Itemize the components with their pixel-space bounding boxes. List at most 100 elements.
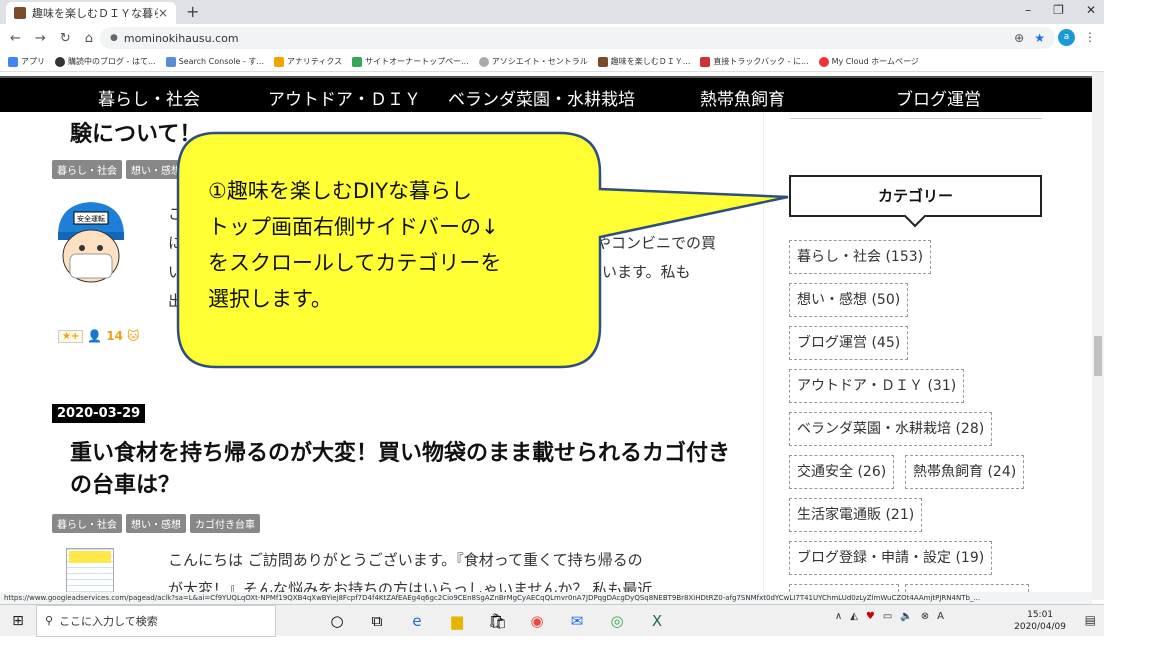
category-tropical-fish[interactable]: 熱帯魚飼育 (24)	[905, 455, 1025, 489]
star-count[interactable]: 14	[106, 329, 123, 343]
cat-mascot-icon: 🐱	[127, 329, 140, 343]
category-home-appliances[interactable]: 生活家電通販 (21)	[789, 498, 923, 532]
bookmark-search-console[interactable]: Search Console - す...	[165, 56, 264, 67]
kebab-menu-icon[interactable]: ⋮	[1084, 30, 1096, 44]
chevron-up-icon[interactable]: ∧	[835, 611, 842, 622]
nav-item-tropical-fish[interactable]: 熱帯魚飼育	[700, 85, 785, 110]
maximize-button[interactable]: ❐	[1053, 3, 1064, 17]
nav-item-outdoor-diy[interactable]: アウトドア・ＤＩＹ	[268, 85, 421, 110]
sidebar-divider	[790, 118, 1042, 119]
back-arrow-icon[interactable]: ←	[10, 31, 21, 46]
category-outdoor-diy[interactable]: アウトドア・ＤＩＹ (31)	[789, 369, 965, 403]
profile-avatar[interactable]: a	[1058, 29, 1075, 46]
do-not-disturb-icon[interactable]: ⊗	[921, 611, 929, 622]
taskbar-search-input[interactable]: ⚲ ここに入力して検索	[36, 604, 276, 637]
app-icon-red[interactable]: ◉	[528, 612, 546, 630]
post1-tags: 暮らし・社会 想い・感想	[52, 160, 186, 179]
chrome-icon[interactable]: ◎	[608, 612, 626, 630]
bookmark-site-owner[interactable]: サイトオーナートップペー...	[352, 56, 469, 67]
windows-taskbar: ⊞ ⚲ ここに入力して検索 ○ ⧉ e ▆ 🛍 ◉ ✉ ◎ X ∧ ◭ ♥ ▭ …	[0, 604, 1104, 637]
bookmark-diy-blog[interactable]: 趣味を楽しむＤＩＹ...	[597, 56, 690, 67]
scrollbar-thumb[interactable]	[1094, 336, 1102, 376]
reload-icon[interactable]: ↻	[60, 31, 71, 46]
bookmark-associates[interactable]: アソシエイト・セントラル	[478, 56, 588, 67]
clock-date: 2020/04/09	[1014, 622, 1066, 632]
antivirus-icon[interactable]: ♥	[866, 611, 875, 622]
nav-item-life-society[interactable]: 暮らし・社会	[98, 85, 200, 110]
excel-icon[interactable]: X	[648, 612, 666, 630]
minimize-button[interactable]: –	[1025, 3, 1031, 17]
file-explorer-icon[interactable]: ▆	[448, 612, 466, 630]
nav-item-blog-management[interactable]: ブログ運営	[896, 85, 981, 110]
tag-life-society[interactable]: 暮らし・社会	[52, 514, 122, 533]
category-blog-management[interactable]: ブログ運営 (45)	[789, 326, 909, 360]
category-blog-registration[interactable]: ブログ登録・申請・設定 (19)	[789, 541, 993, 575]
browser-tab[interactable]: 趣味を楽しむＤＩＹな暮らし ×	[6, 2, 176, 24]
tag-life-society[interactable]: 暮らし・社会	[52, 160, 122, 179]
url-text: mominokihausu.com	[123, 31, 239, 45]
link-status-url: https://www.googleadservices.com/pagead/…	[0, 592, 1092, 604]
category-traffic-safety[interactable]: 交通安全 (26)	[789, 455, 895, 489]
my-cloud-icon	[818, 56, 829, 67]
category-veranda-garden[interactable]: ベランダ菜園・水耕栽培 (28)	[789, 412, 993, 446]
site-owner-icon	[352, 56, 363, 67]
omnibox-actions: ⊕ ★	[1014, 31, 1045, 45]
category-item-cut[interactable]	[789, 584, 899, 592]
bookmark-analytics[interactable]: アナリティクス	[274, 56, 342, 67]
bookmarks-bar: アプリ 購読中のブログ - はて... Search Console - す..…	[0, 52, 1104, 72]
network-icon[interactable]: ◭	[850, 611, 858, 622]
page-scrollbar[interactable]	[1092, 72, 1104, 600]
user-icon: 👤	[87, 329, 103, 343]
forward-arrow-icon[interactable]: →	[35, 31, 46, 46]
store-icon[interactable]: 🛍	[488, 612, 507, 630]
tag-thoughts[interactable]: 想い・感想	[126, 514, 186, 533]
clock-time: 15:01	[1027, 610, 1054, 620]
post-title[interactable]: 重い食材を持ち帰るのが大変！買い物袋のまま載せられるカゴ付きの台車は？	[70, 438, 750, 502]
post2-excerpt: こんにちは ご訪問ありがとうございます。『食材って重くて持ち帰るの が大変！』そ…	[168, 551, 653, 592]
task-view-icon[interactable]: ⧉	[368, 612, 386, 630]
taskbar-clock[interactable]: 15:01 2020/04/09	[1014, 609, 1066, 633]
bookmark-apps[interactable]: アプリ	[8, 56, 45, 67]
category-thoughts[interactable]: 想い・感想 (50)	[789, 283, 909, 317]
system-tray: ∧ ◭ ♥ ▭ 🔈 ⊗ A	[835, 611, 944, 622]
category-life-society[interactable]: 暮らし・社会 (153)	[789, 240, 932, 274]
hatena-icon	[55, 56, 65, 67]
tag-basket-cart[interactable]: カゴ付き台車	[190, 514, 260, 533]
nav-buttons: ← → ↻ ⌂	[0, 31, 110, 46]
search-icon: ⚲	[45, 614, 54, 627]
bookmark-trackback[interactable]: 直接トラックバック - に...	[700, 56, 809, 67]
mail-icon[interactable]: ✉	[568, 612, 586, 630]
url-input[interactable]: ● mominokihausu.com ⊕ ★	[100, 27, 1055, 49]
windows-start-icon[interactable]: ⊞	[0, 613, 36, 629]
site-favicon-icon	[14, 7, 26, 19]
category-item-cut[interactable]	[905, 584, 1029, 592]
blog-favicon-icon	[597, 56, 608, 67]
new-tab-button[interactable]: +	[186, 2, 199, 21]
volume-icon[interactable]: 🔈	[900, 611, 912, 622]
avatar-badge-text: 安全運転	[77, 214, 105, 223]
close-window-button[interactable]: ✕	[1086, 3, 1096, 17]
nav-item-veranda-garden[interactable]: ベランダ菜園・水耕栽培	[448, 85, 635, 110]
instruction-callout: ①趣味を楽しむDIYな暮らし トップ画面右側サイドバーの↓ をスクロールしてカテ…	[176, 131, 789, 369]
trackback-icon	[700, 56, 711, 67]
battery-icon[interactable]: ▭	[883, 611, 892, 622]
add-star-button[interactable]: ★+	[58, 329, 84, 343]
hatena-star-widget: ★+ 👤 14 🐱	[58, 329, 140, 343]
cortana-icon[interactable]: ○	[328, 612, 346, 630]
notification-icon[interactable]: ▤	[1085, 613, 1096, 627]
bookmark-my-cloud[interactable]: My Cloud ホームページ	[818, 56, 919, 67]
bookmark-star-icon[interactable]: ★	[1034, 31, 1045, 45]
home-icon[interactable]: ⌂	[85, 31, 93, 46]
zoom-icon[interactable]: ⊕	[1014, 31, 1024, 45]
author-avatar: 安全運転	[58, 202, 124, 283]
bookmark-hatena-subscriptions[interactable]: 購読中のブログ - はて...	[55, 56, 156, 67]
address-bar: ← → ↻ ⌂ ● mominokihausu.com ⊕ ★ a ⋮	[0, 24, 1104, 52]
tab-title: 趣味を楽しむＤＩＹな暮らし	[32, 7, 158, 20]
tab-close-icon[interactable]: ×	[158, 6, 168, 20]
post-date: 2020-03-29	[52, 404, 146, 423]
edge-icon[interactable]: e	[408, 612, 426, 630]
sidebar: カテゴリー 暮らし・社会 (153) 想い・感想 (50) ブログ運営 (45)…	[763, 112, 1093, 592]
post-thumbnail[interactable]	[66, 548, 114, 592]
page-viewport: 暮らし・社会 アウトドア・ＤＩＹ ベランダ菜園・水耕栽培 熱帯魚飼育 ブログ運営…	[0, 72, 1104, 592]
ime-indicator[interactable]: A	[937, 611, 944, 622]
